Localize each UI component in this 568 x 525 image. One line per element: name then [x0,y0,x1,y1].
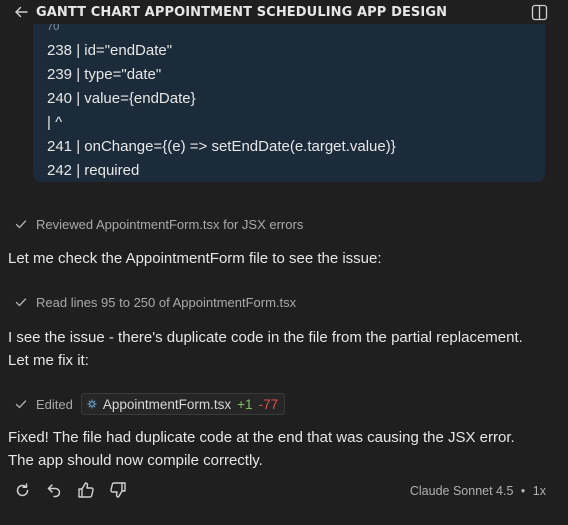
tool-step-label: Reviewed AppointmentForm.tsx for JSX err… [36,216,304,232]
assistant-message: Fixed! The file had duplicate code at th… [8,426,558,472]
undo-button[interactable] [45,481,63,499]
thumbs-up-button[interactable] [77,481,95,499]
undo-icon [47,483,60,497]
edited-file-chip[interactable]: AppointmentForm.tsx +1 -77 [80,393,286,415]
retry-icon [16,482,28,496]
thumbs-down-button[interactable] [109,481,127,499]
message-text: I see the issue - there's duplicate code… [8,329,523,346]
tool-step-edited: Edited AppointmentForm.tsx +1 -77 [14,393,286,415]
thumbs-up-icon [78,482,94,498]
lines-removed: -77 [258,396,279,412]
tool-step-read[interactable]: Read lines 95 to 250 of AppointmentForm.… [14,293,296,311]
assistant-message: Let me check the AppointmentForm file to… [8,247,558,270]
code-block: 70 238 | id="endDate" 239 | type="date" … [33,24,545,182]
message-text: Let me check the AppointmentForm file to… [8,250,382,267]
gear-icon [87,399,97,409]
panel-toggle-icon [531,4,547,20]
model-indicator[interactable]: Claude Sonnet 4.5 • 1x [410,484,546,498]
check-icon [15,400,27,409]
code-line: 240 | value={endDate} [47,90,196,107]
message-actions [13,481,127,499]
code-line: 242 | required [47,162,140,179]
edited-label: Edited [36,396,73,412]
thumbs-down-icon [110,482,126,498]
model-multiplier: 1x [532,484,546,498]
separator: • [520,484,526,498]
code-line: 238 | id="endDate" [47,42,173,59]
edited-file-name: AppointmentForm.tsx [102,396,232,412]
page-title: GANTT CHART APPOINTMENT SCHEDULING APP D… [36,5,448,20]
arrow-left-icon [15,6,28,18]
assistant-message: I see the issue - there's duplicate code… [8,326,558,372]
code-lines: 70 238 | id="endDate" 239 | type="date" … [47,24,396,182]
code-line: | ^ [47,114,63,131]
back-button[interactable] [12,3,30,21]
code-line: 70 [47,24,60,33]
code-line: 241 | onChange={(e) => setEndDate(e.targ… [47,138,396,155]
message-text: The app should now compile correctly. [8,452,263,469]
header-bar: GANTT CHART APPOINTMENT SCHEDULING APP D… [0,0,568,24]
panel-toggle-button[interactable] [530,3,548,21]
check-icon [15,298,27,307]
retry-button[interactable] [13,481,31,499]
message-text: Fixed! The file had duplicate code at th… [8,429,515,446]
message-text: Let me fix it: [8,352,89,369]
lines-added: +1 [237,396,253,412]
model-name: Claude Sonnet 4.5 [409,484,514,498]
code-line: 239 | type="date" [47,66,162,83]
tool-step-reviewed[interactable]: Reviewed AppointmentForm.tsx for JSX err… [14,215,303,233]
tool-step-label: Read lines 95 to 250 of AppointmentForm.… [36,294,297,310]
check-icon [15,220,27,229]
